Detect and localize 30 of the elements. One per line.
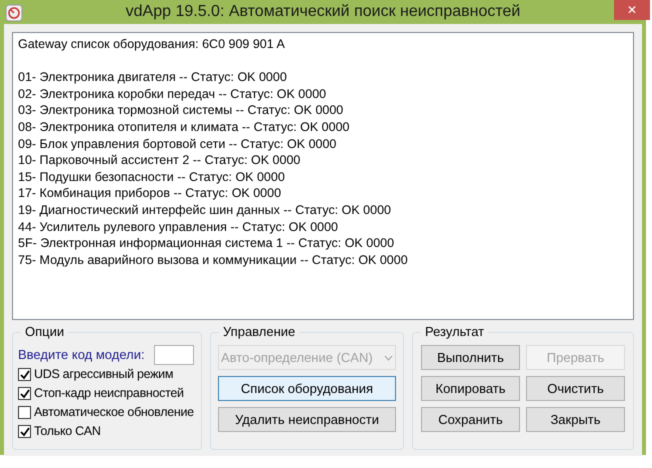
- group-title: Результат: [421, 324, 488, 340]
- checkbox-label: Только CAN: [34, 423, 101, 440]
- model-code-label: Введите код модели:: [18, 346, 145, 364]
- log-line: 75- Модуль аварийного вызова и коммуникации -- Статус: OK 0000: [18, 252, 409, 268]
- log-line: 5F- Электронная информационная система 1 -- Статус: OK 0000: [18, 235, 396, 252]
- log-line: 03- Электроника тормозной системы -- Статус: OK 0000: [18, 102, 344, 119]
- close-button[interactable]: ✕: [614, 0, 650, 20]
- action-button[interactable]: Копировать: [421, 376, 520, 401]
- group-title: Управление: [219, 324, 300, 340]
- action-button[interactable]: Выполнить: [421, 345, 520, 370]
- log-line: 44- Усилитель рулевого управления -- Статус: OK 0000: [18, 218, 339, 236]
- action-button[interactable]: Очистить: [526, 376, 625, 401]
- log-line: 17- Комбинация приборов -- Статус: OK 0000: [18, 185, 282, 202]
- log-line: 19- Диагностический интерфейс шин данных -- Статус: OK 0000: [18, 202, 392, 219]
- log-line: Gateway список оборудования: 6C0 909 901 A: [18, 36, 286, 53]
- log-line: 10- Парковочный ассистент 2 -- Статус: OK 0000: [18, 152, 302, 169]
- action-button[interactable]: Сохранить: [421, 407, 520, 432]
- log-line: 15- Подушки безопасности -- Статус: OK 0000: [18, 168, 286, 186]
- checkbox-label: UDS агрессивный режим: [34, 366, 174, 384]
- action-button[interactable]: Закрыть: [526, 407, 625, 432]
- group-title: Опции: [21, 324, 68, 340]
- checkbox-label: Автоматическое обновление: [34, 404, 194, 422]
- window-title: vdApp 19.5.0: Автоматический поиск неисправностей: [126, 2, 520, 22]
- log-line: 02- Электроника коробки передач -- Статус: OK 0000: [18, 86, 328, 102]
- action-button[interactable]: Список оборудования: [218, 376, 396, 401]
- log-line: 01- Электроника двигателя -- Статус: OK 0000: [18, 69, 288, 86]
- action-button[interactable]: Удалить неисправности: [218, 407, 396, 432]
- log-line: 08- Электроника отопителя и климата -- Статус: OK 0000: [18, 118, 350, 136]
- log-line: 09- Блок управления бортовой сети -- Статус: OK 0000: [18, 136, 338, 152]
- checkbox-label: Стоп-кадр неисправностей: [34, 385, 184, 402]
